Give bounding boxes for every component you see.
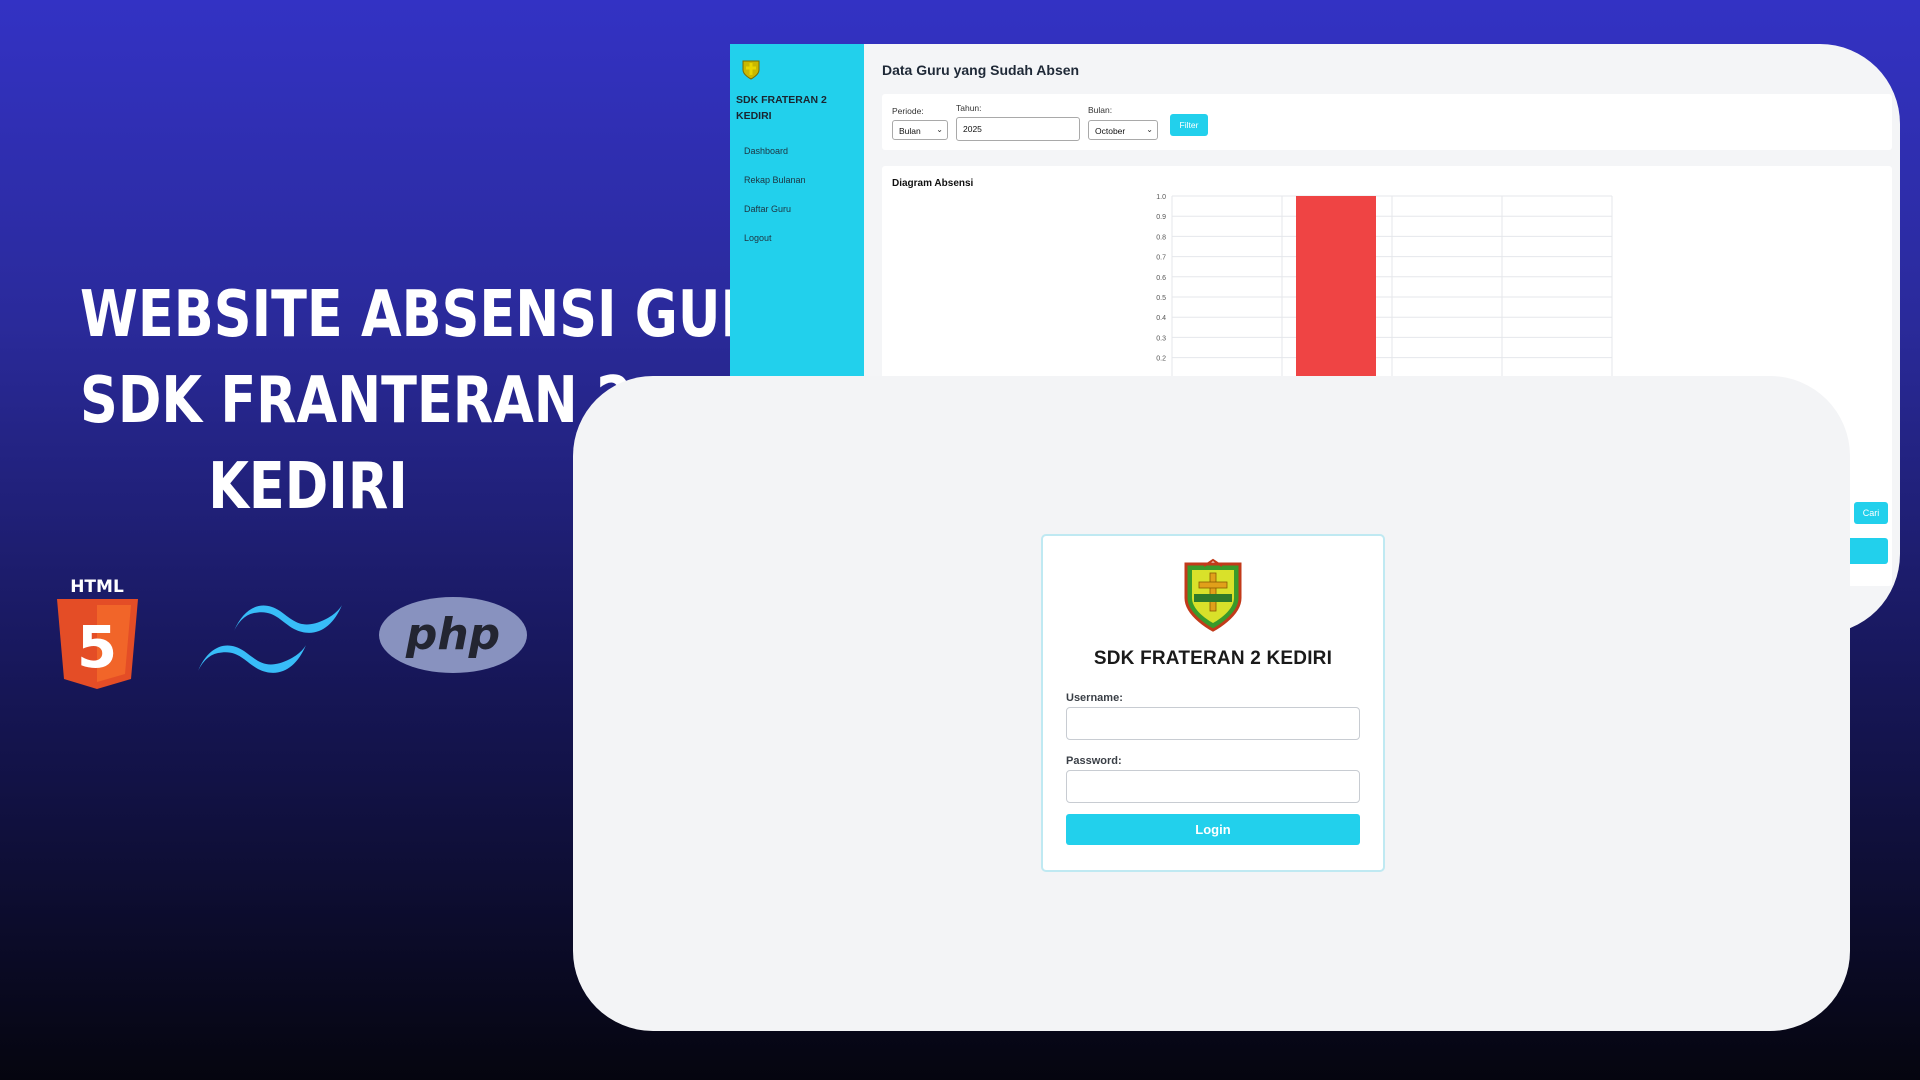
sidebar-item-rekap-bulanan[interactable]: Rekap Bulanan bbox=[744, 173, 806, 202]
login-card: SDK FRATERAN 2 KEDIRI Username: Password… bbox=[1041, 534, 1385, 872]
login-title: SDK FRATERAN 2 KEDIRI bbox=[1093, 648, 1333, 669]
y-tick-label: 0.3 bbox=[1156, 335, 1166, 342]
username-label: Username: bbox=[1066, 692, 1123, 704]
headline-line-3: KEDIRI bbox=[208, 450, 408, 524]
html5-logo-digit: 5 bbox=[77, 613, 117, 681]
php-logo: php bbox=[379, 597, 527, 673]
filter-card: Periode: Bulan ⌄ Tahun: 2025 Bulan: Octo… bbox=[882, 94, 1892, 150]
password-input[interactable] bbox=[1066, 770, 1360, 803]
y-tick-label: 0.5 bbox=[1156, 295, 1166, 302]
php-logo-label: php bbox=[405, 609, 500, 660]
periode-label: Periode: bbox=[892, 106, 924, 116]
tahun-label: Tahun: bbox=[956, 103, 982, 113]
html5-logo-label: HTML bbox=[70, 577, 124, 597]
sidebar-item-daftar-guru[interactable]: Daftar Guru bbox=[744, 202, 806, 231]
y-tick-label: 0.7 bbox=[1156, 255, 1166, 262]
y-tick-label: 0.9 bbox=[1156, 214, 1166, 221]
periode-select[interactable]: Bulan ⌄ bbox=[892, 120, 948, 140]
school-crest-logo bbox=[1184, 558, 1242, 632]
login-button[interactable]: Login bbox=[1066, 814, 1360, 845]
y-tick-label: 0.6 bbox=[1156, 275, 1166, 282]
chart-title: Diagram Absensi bbox=[892, 178, 974, 189]
tahun-input-value: 2025 bbox=[963, 124, 982, 134]
chevron-down-icon: ⌄ bbox=[936, 125, 943, 134]
bulan-select-value: October bbox=[1095, 126, 1126, 136]
sidebar-nav: Dashboard Rekap Bulanan Daftar Guru Logo… bbox=[744, 144, 806, 260]
y-tick-label: 0.8 bbox=[1156, 234, 1166, 241]
bulan-select[interactable]: October ⌄ bbox=[1088, 120, 1158, 140]
html5-logo: HTML 5 bbox=[57, 577, 138, 689]
y-tick-label: 0.4 bbox=[1156, 315, 1166, 322]
password-label: Password: bbox=[1066, 755, 1122, 767]
page-title: Data Guru yang Sudah Absen bbox=[882, 62, 1080, 78]
periode-select-value: Bulan bbox=[899, 126, 921, 136]
username-input[interactable] bbox=[1066, 707, 1360, 740]
sidebar-item-logout[interactable]: Logout bbox=[744, 231, 806, 260]
tech-logos: HTML 5 php bbox=[55, 575, 535, 695]
sidebar-item-dashboard[interactable]: Dashboard bbox=[744, 144, 806, 173]
y-tick-label: 1.0 bbox=[1156, 194, 1166, 201]
bulan-label: Bulan: bbox=[1088, 105, 1113, 115]
chevron-down-icon: ⌄ bbox=[1146, 125, 1153, 134]
headline-line-2: SDK FRANTERAN 2 bbox=[80, 364, 633, 438]
login-window: SDK FRATERAN 2 KEDIRI Username: Password… bbox=[573, 376, 1850, 1031]
filter-button[interactable]: Filter bbox=[1170, 114, 1208, 136]
tahun-input[interactable]: 2025 bbox=[956, 117, 1080, 141]
y-tick-label: 0.2 bbox=[1156, 356, 1166, 363]
sidebar-brand: SDK FRATERAN 2 KEDIRI bbox=[736, 94, 827, 122]
promo-headline: WEBSITE ABSENSI GURU SDK FRANTERAN 2 KED… bbox=[80, 272, 804, 530]
school-crest-icon bbox=[742, 60, 760, 80]
cari-button[interactable]: Cari bbox=[1854, 502, 1888, 524]
tailwind-logo bbox=[198, 605, 342, 673]
headline-line-1: WEBSITE ABSENSI GURU bbox=[80, 278, 804, 352]
